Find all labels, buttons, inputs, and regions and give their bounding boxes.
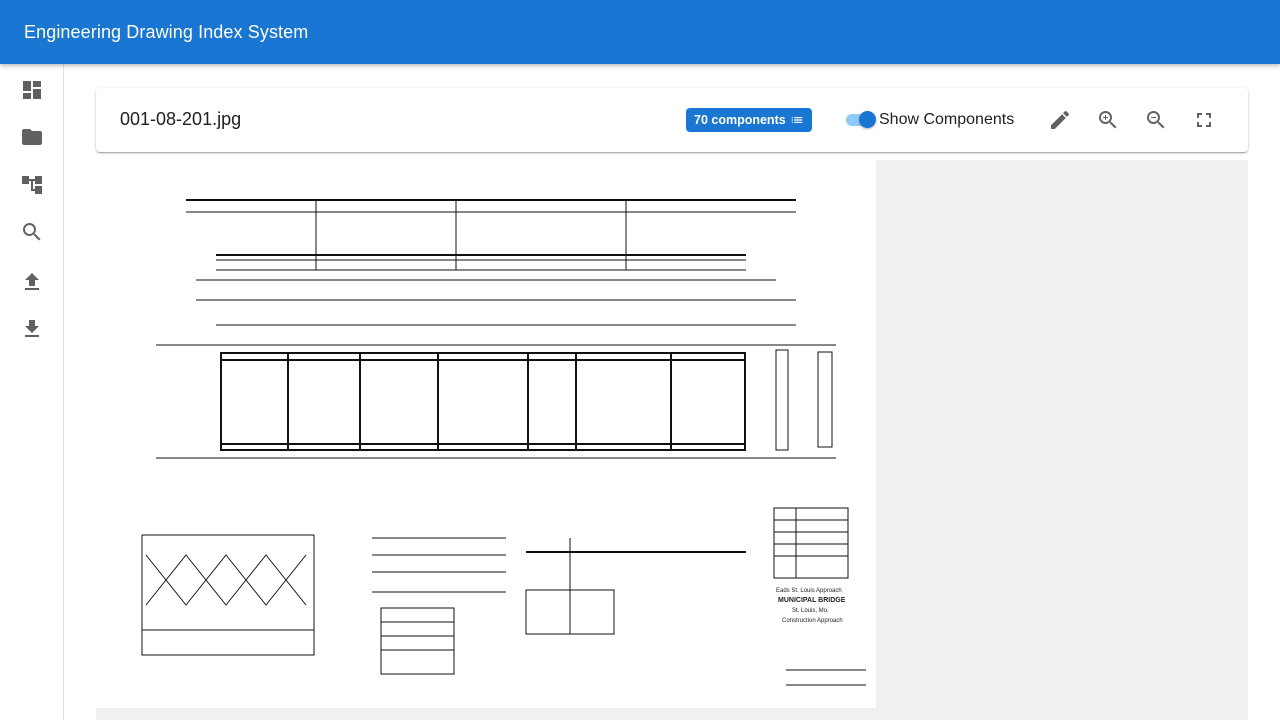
show-components-toggle[interactable] bbox=[846, 111, 876, 128]
dashboard-icon bbox=[23, 81, 41, 99]
drawing-title-line-2: MUNICIPAL BRIDGE bbox=[778, 597, 846, 604]
sidebar-item-search[interactable] bbox=[16, 216, 48, 248]
engineering-drawing-svg: Eads St. Louis Approach MUNICIPAL BRIDGE… bbox=[141, 199, 866, 686]
fullscreen-icon bbox=[1197, 113, 1211, 127]
drawing-filename: 001-08-201.jpg bbox=[120, 109, 242, 129]
zoom-in-icon bbox=[1099, 111, 1117, 129]
toggle-thumb bbox=[859, 111, 876, 128]
sidebar bbox=[0, 64, 64, 720]
engineering-drawing-image: Eads St. Louis Approach MUNICIPAL BRIDGE… bbox=[96, 160, 876, 708]
fullscreen-button[interactable] bbox=[1192, 108, 1216, 132]
sidebar-item-upload[interactable] bbox=[16, 266, 48, 298]
app-title: Engineering Drawing Index System bbox=[24, 21, 309, 42]
upload-icon bbox=[25, 273, 39, 290]
main-content: 001-08-201.jpg 70 components Show Compon… bbox=[64, 64, 1280, 720]
edit-button[interactable] bbox=[1048, 108, 1072, 132]
components-chip[interactable]: 70 components bbox=[686, 108, 812, 132]
app-bar: Engineering Drawing Index System bbox=[0, 0, 1280, 64]
zoom-in-button[interactable] bbox=[1096, 108, 1120, 132]
download-icon bbox=[25, 320, 39, 337]
drawing-header: 001-08-201.jpg 70 components Show Compon… bbox=[96, 88, 1248, 152]
drawing-title-line-4: Construction Approach bbox=[782, 618, 843, 624]
sidebar-item-hierarchy[interactable] bbox=[16, 169, 48, 201]
show-components-label: Show Components bbox=[879, 111, 1015, 128]
edit-icon bbox=[1051, 110, 1070, 129]
drawing-title-line-3: St. Louis, Mo. bbox=[792, 608, 829, 614]
sidebar-item-dashboard[interactable] bbox=[16, 74, 48, 106]
drawing-viewer[interactable]: Eads St. Louis Approach MUNICIPAL BRIDGE… bbox=[96, 160, 1248, 720]
zoom-out-button[interactable] bbox=[1144, 108, 1168, 132]
components-chip-label: 70 components bbox=[694, 113, 786, 127]
list-icon bbox=[791, 117, 802, 123]
search-icon bbox=[23, 223, 41, 241]
sidebar-item-download[interactable] bbox=[16, 313, 48, 345]
account-tree-icon bbox=[22, 176, 42, 194]
zoom-out-icon bbox=[1147, 111, 1165, 129]
folder-icon bbox=[22, 129, 42, 145]
drawing-title-line-1: Eads St. Louis Approach bbox=[776, 588, 842, 594]
sidebar-item-folder[interactable] bbox=[16, 121, 48, 153]
